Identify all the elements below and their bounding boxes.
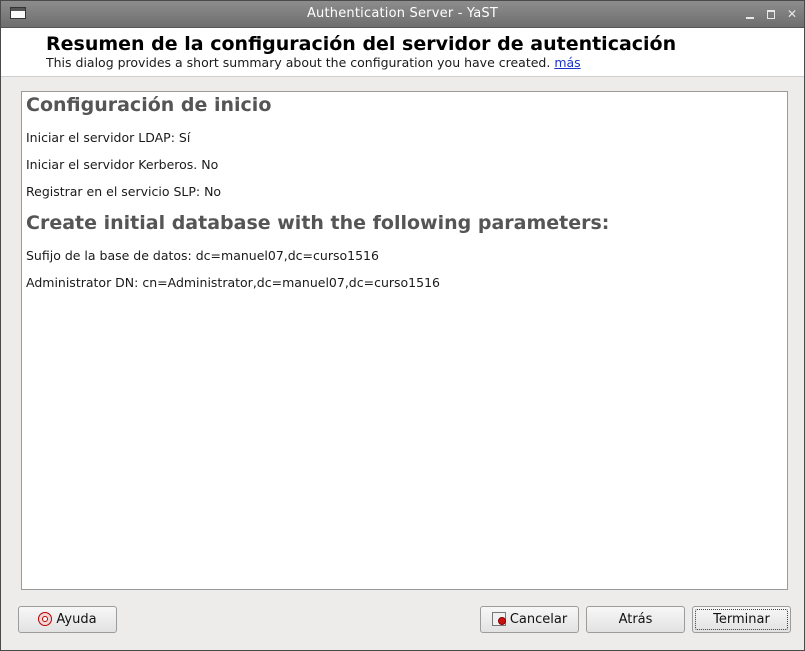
yast-window: Authentication Server - YaST ✕ Resumen d… (0, 0, 805, 651)
focus-ring (695, 609, 788, 630)
window-title: Authentication Server - YaST (306, 6, 499, 21)
section-heading-database: Create initial database with the followi… (26, 212, 610, 234)
summary-line-admin-dn: Administrator DN: cn=Administrator,dc=ma… (26, 275, 440, 290)
help-button[interactable]: Ayuda (18, 606, 117, 633)
back-button-label: Atrás (618, 612, 653, 627)
summary-line-slp: Registrar en el servicio SLP: No (26, 184, 222, 199)
dialog-subtitle: This dialog provides a short summary abo… (46, 55, 581, 70)
help-icon (38, 611, 53, 626)
close-icon[interactable]: ✕ (785, 7, 799, 21)
help-button-label: Ayuda (56, 612, 97, 627)
cancel-button[interactable]: Cancelar (480, 606, 579, 633)
summary-line-kerberos: Iniciar el servidor Kerberos. No (26, 157, 219, 172)
summary-panel[interactable]: Configuración de inicio Iniciar el servi… (21, 91, 788, 590)
title-bar[interactable]: Authentication Server - YaST ✕ (1, 1, 804, 28)
finish-button[interactable]: Terminar (692, 606, 791, 633)
summary-line-ldap: Iniciar el servidor LDAP: Sí (26, 130, 191, 145)
minimize-icon[interactable] (743, 7, 757, 21)
section-heading-startup: Configuración de inicio (26, 94, 272, 116)
maximize-icon[interactable] (764, 7, 778, 21)
more-link[interactable]: más (554, 55, 580, 70)
cancel-button-label: Cancelar (509, 612, 568, 627)
back-button[interactable]: Atrás (586, 606, 685, 633)
cancel-icon (491, 611, 506, 626)
dialog-header: Resumen de la configuración del servidor… (1, 28, 804, 77)
dialog-title: Resumen de la configuración del servidor… (46, 33, 677, 55)
summary-line-suffix: Sufijo de la base de datos: dc=manuel07,… (26, 248, 379, 263)
dialog-subtitle-text: This dialog provides a short summary abo… (46, 55, 551, 70)
